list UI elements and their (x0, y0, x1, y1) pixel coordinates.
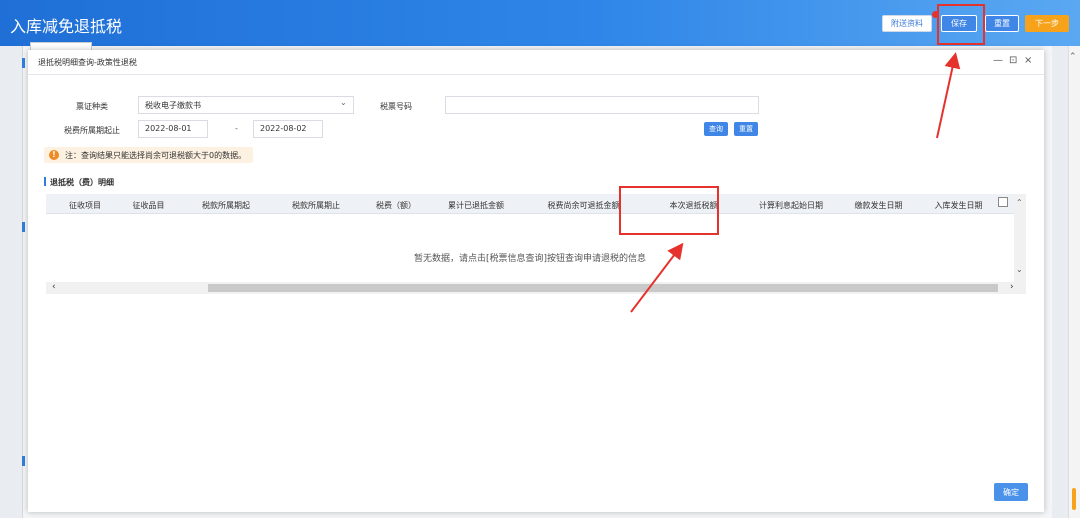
refund-detail-dialog: 退抵税明细查询-政策性退税 — ⊡ × 票证种类 税收电子缴款书 ⌄ 税票号码 … (28, 50, 1044, 512)
select-all-checkbox[interactable] (998, 197, 1008, 207)
column-header: 计算利息起始日期 (759, 201, 823, 210)
period-start-input[interactable]: 2022-08-01 (138, 120, 208, 138)
section-mark (44, 177, 46, 186)
dialog-title: 退抵税明细查询-政策性退税 (38, 58, 137, 67)
period-end-input[interactable]: 2022-08-02 (253, 120, 323, 138)
column-header: 累计已退抵金额 (448, 201, 504, 210)
column-header: 税费（额） (376, 201, 416, 210)
ticket-type-select[interactable]: 税收电子缴款书 (138, 96, 354, 114)
confirm-button[interactable]: 确定 (994, 483, 1028, 501)
chevron-up-icon[interactable]: ⌃ (1016, 198, 1023, 207)
save-button-annotation-box (937, 4, 985, 45)
chevron-down-icon[interactable]: ⌄ (1016, 265, 1023, 274)
next-step-button[interactable]: 下一步 (1025, 15, 1069, 32)
chevron-right-icon[interactable]: › (1010, 282, 1014, 292)
side-tab-handle[interactable] (1072, 488, 1076, 510)
table-header: 征收项目 征收品目 税款所属期起 税款所属期止 税费（额） 累计已退抵金额 税费… (46, 194, 1014, 214)
close-icon[interactable]: × (1024, 55, 1032, 66)
chevron-left-icon[interactable]: ‹ (52, 282, 56, 292)
chevron-down-icon[interactable]: ⌄ (340, 98, 347, 107)
column-header: 征收项目 (69, 201, 101, 210)
table-horizontal-scrollbar[interactable]: ‹ › (46, 282, 1026, 294)
date-separator: - (235, 124, 238, 133)
page-scrollbar[interactable] (1068, 46, 1080, 518)
background-section-mark (22, 222, 25, 232)
column-header: 税款所属期止 (292, 201, 340, 210)
notice-banner: ! 注：查询结果只能选择尚余可退税额大于0的数据。 (44, 147, 253, 163)
background-section-mark (22, 58, 25, 68)
empty-state-text: 暂无数据，请点击[税票信息查询]按钮查询申请退税的信息 (413, 254, 647, 264)
chevron-up-icon[interactable]: ⌃ (1069, 52, 1077, 62)
minimize-icon[interactable]: — (993, 55, 1003, 66)
column-header: 征收品目 (132, 201, 165, 210)
section-title: 退抵税（费）明细 (50, 178, 114, 187)
background-section-mark (22, 456, 25, 466)
scrollbar-thumb[interactable] (208, 284, 998, 292)
maximize-icon[interactable]: ⊡ (1009, 55, 1017, 66)
form-reset-button[interactable]: 重置 (734, 122, 758, 136)
ticket-no-label: 税票号码 (380, 102, 412, 111)
notice-text: 注：查询结果只能选择尚余可退税额大于0的数据。 (65, 151, 247, 160)
reset-button[interactable]: 重置 (985, 15, 1019, 32)
column-header: 税款所属期起 (202, 201, 250, 210)
column-annotation-box (619, 186, 719, 235)
ticket-type-label: 票证种类 (76, 102, 108, 111)
query-button[interactable]: 查询 (704, 122, 728, 136)
page-title: 入库减免退抵税 (10, 17, 123, 36)
dialog-divider (28, 74, 1044, 75)
attach-materials-button[interactable]: 附送资料 (882, 15, 932, 32)
warning-icon: ! (49, 150, 59, 160)
ticket-no-input[interactable] (445, 96, 759, 114)
period-label: 税费所属期起止 (64, 126, 120, 135)
column-header: 入库发生日期 (934, 201, 983, 210)
refund-detail-table: 征收项目 征收品目 税款所属期起 税款所属期止 税费（额） 累计已退抵金额 税费… (46, 194, 1026, 294)
column-header: 缴款发生日期 (854, 201, 903, 210)
